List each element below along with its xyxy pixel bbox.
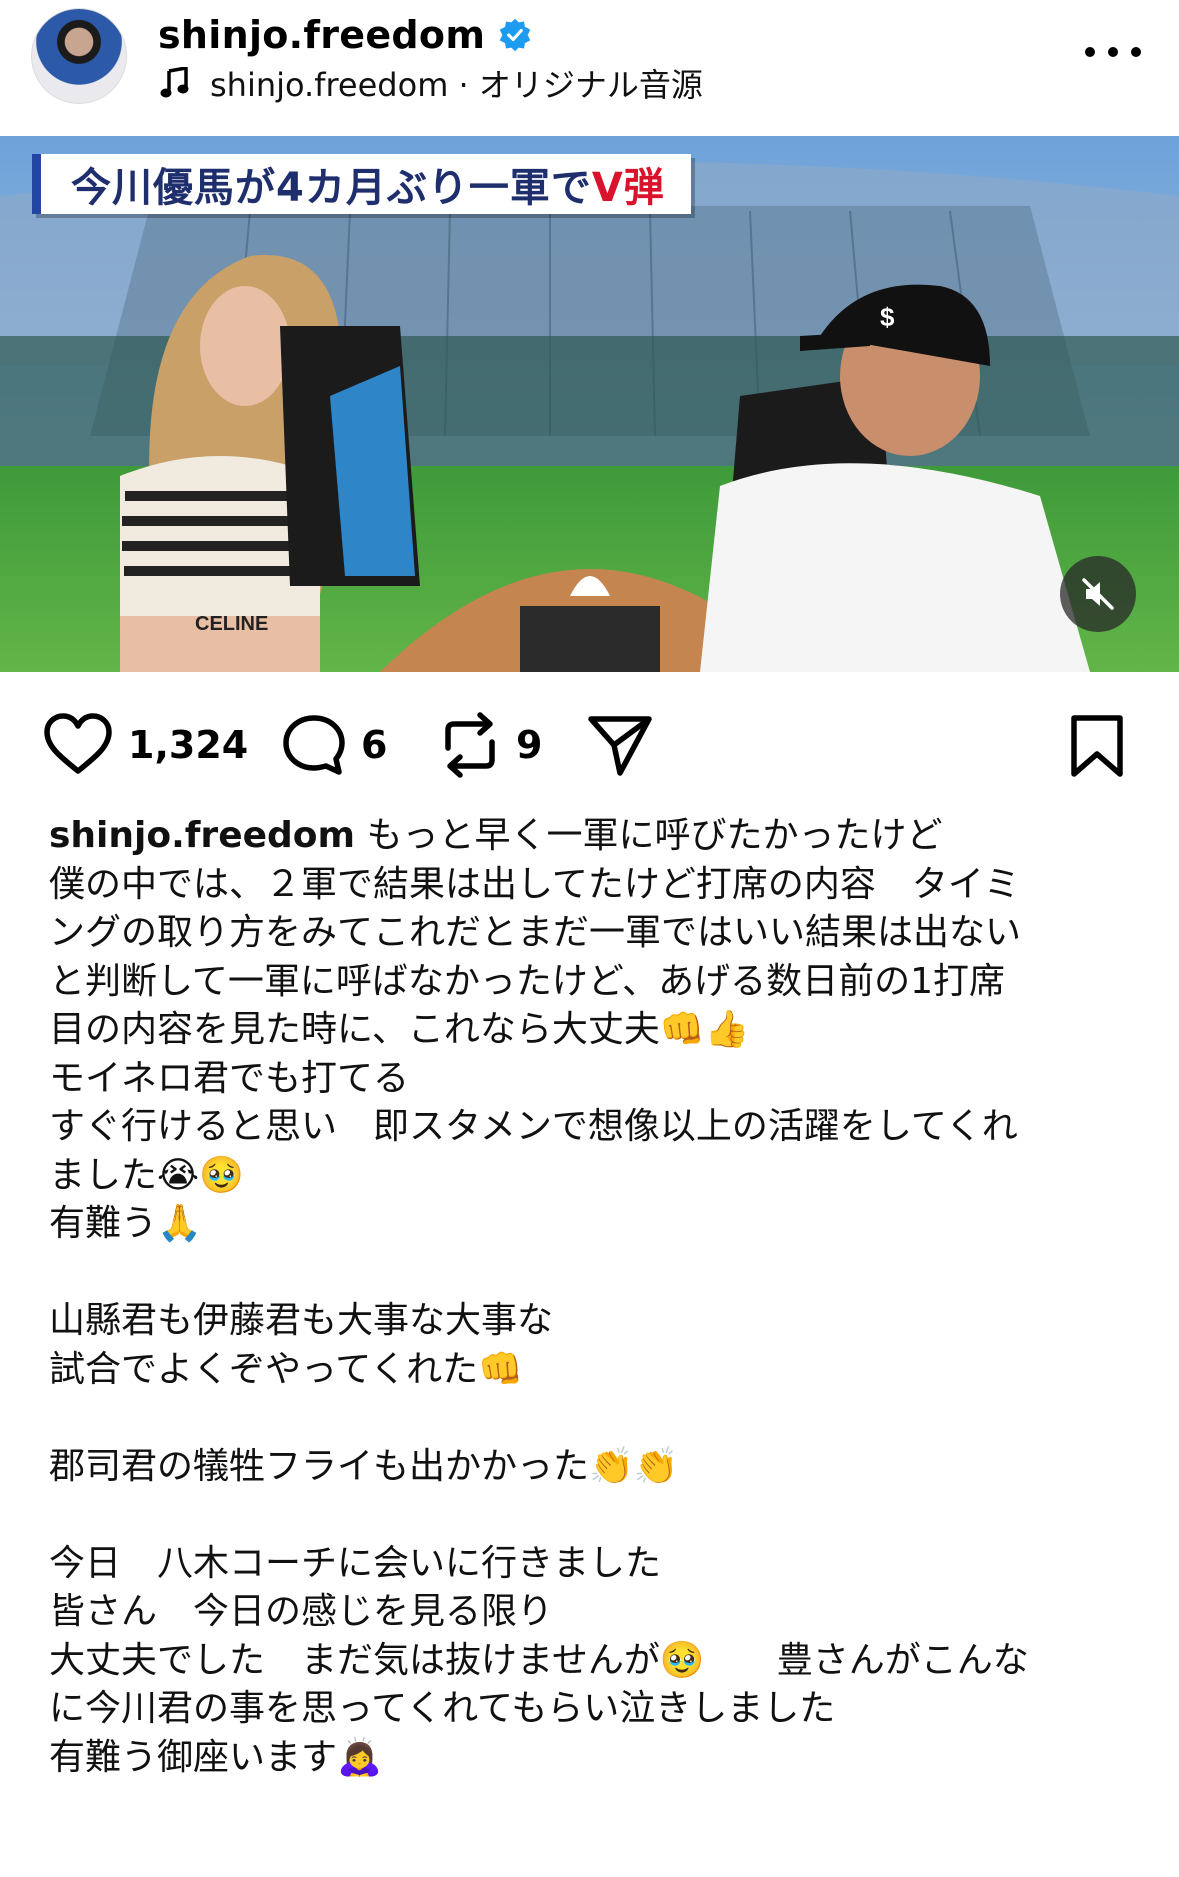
post-caption: shinjo.freedom もっと早く一軍に呼びたかったけど 僕の中では、２軍… — [49, 812, 1139, 1782]
speaker-muted-icon[interactable] — [1060, 556, 1136, 632]
like-button[interactable]: 1,324 — [42, 700, 248, 790]
caption-line: 郡司君の犠牲フライも出かかった👏👏 — [49, 1445, 679, 1487]
username[interactable]: shinjo.freedom — [158, 13, 485, 57]
repost-button[interactable]: 9 — [438, 700, 542, 790]
profile-avatar[interactable] — [31, 8, 127, 104]
repost-count: 9 — [516, 723, 543, 767]
svg-text:$: $ — [880, 302, 895, 332]
caption-line: 今日 八木コーチに会いに行きました — [49, 1542, 662, 1584]
verified-badge-icon — [499, 18, 531, 52]
music-note-icon — [160, 67, 189, 98]
post-header: shinjo.freedom shinjo.freedom · オリジナル音源 — [0, 0, 1179, 135]
video-headline-banner: 今川優馬が4カ月ぶり一軍で V弾 — [32, 154, 691, 214]
banner-accent: V弾 — [591, 165, 665, 211]
comment-bubble-icon — [283, 715, 345, 775]
caption-blank-line — [49, 1394, 1139, 1443]
bookmark-icon — [1071, 715, 1123, 777]
caption-blank-line — [49, 1491, 1139, 1540]
caption-line: 山縣君も伊藤君も大事な大事な — [49, 1300, 554, 1341]
caption-line: 目の内容を見た時に、これなら大丈夫👊👍 — [49, 1009, 750, 1050]
caption-line: 大丈夫でした まだ気は抜けませんが🥹 豊さんがこんな — [49, 1639, 1029, 1681]
caption-line: 有難う御座います🙇‍♀️ — [49, 1736, 382, 1778]
post-video[interactable]: CELINE $ 今川優馬が4カ月ぶり一軍で V弾 — [0, 136, 1179, 672]
caption-line: と判断して一軍に呼ばなかったけど、あげる数日前の1打席 — [49, 960, 1006, 1002]
banner-text: 今川優馬が4カ月ぶり一軍で — [71, 165, 592, 211]
shirt-text: CELINE — [195, 613, 268, 635]
caption-line: ングの取り方をみてこれだとまだ一軍ではいい結果は出ない — [49, 912, 1022, 953]
more-options-icon[interactable] — [1085, 42, 1141, 62]
caption-blank-line — [49, 1249, 1139, 1298]
caption-line: 皆さん 今日の感じを見る限り — [49, 1591, 554, 1632]
repost-icon — [445, 712, 495, 778]
audio-label: shinjo.freedom · オリジナル音源 — [210, 66, 703, 104]
username-row: shinjo.freedom — [158, 10, 533, 60]
caption-text: もっと早く一軍に呼びたかったけど — [355, 815, 943, 856]
post-actions-bar: 1,324 6 9 — [0, 700, 1179, 790]
caption-line: 僕の中では、２軍で結果は出してたけど打席の内容 タイミ — [49, 863, 1020, 905]
save-bookmark-button[interactable] — [1068, 714, 1126, 782]
audio-attribution[interactable]: shinjo.freedom · オリジナル音源 — [160, 62, 703, 104]
heart-icon — [44, 713, 112, 774]
video-frame: CELINE $ — [0, 136, 1179, 672]
caption-line: モイネロ君でも打てる — [49, 1057, 410, 1099]
caption-line: に今川君の事を思ってくれてもらい泣きしました — [49, 1688, 836, 1729]
caption-line: すぐ行けると思い 即スタメンで想像以上の活躍をしてくれ — [49, 1106, 1018, 1147]
comment-button[interactable]: 6 — [281, 700, 387, 790]
comment-count: 6 — [361, 723, 388, 767]
caption-first-line: shinjo.freedom もっと早く一軍に呼びたかったけど — [49, 812, 1139, 861]
caption-line: 試合でよくぞやってくれた👊 — [49, 1348, 523, 1390]
caption-username[interactable]: shinjo.freedom — [49, 815, 355, 856]
paper-plane-icon — [588, 716, 652, 776]
like-count: 1,324 — [128, 723, 249, 767]
caption-line: 有難う🙏 — [49, 1203, 202, 1244]
caption-line: ました😭🥹 — [49, 1154, 244, 1196]
share-button[interactable] — [586, 700, 654, 790]
